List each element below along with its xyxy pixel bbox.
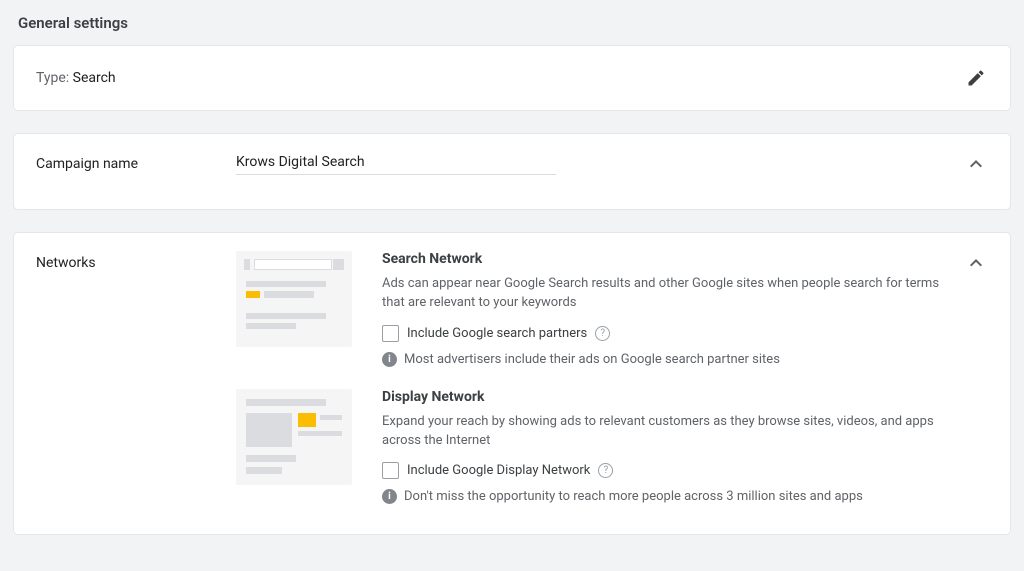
include-search-partners-label: Include Google search partners [407, 326, 587, 341]
help-icon[interactable]: ? [595, 326, 610, 341]
search-network-row: Search Network Ads can appear near Googl… [236, 251, 988, 367]
networks-card: Networks Search Network Ads can appear n… [14, 233, 1010, 534]
search-network-info-text: Most advertisers include their ads on Go… [404, 352, 780, 367]
edit-type-button[interactable] [964, 66, 988, 90]
display-network-row: Display Network Expand your reach by sho… [236, 389, 988, 505]
page-title: General settings [18, 14, 1006, 32]
networks-label: Networks [36, 251, 236, 504]
info-icon: i [382, 489, 397, 504]
pencil-icon [966, 68, 986, 88]
chevron-up-icon [964, 152, 988, 176]
info-icon: i [382, 352, 397, 367]
display-network-title: Display Network [382, 389, 942, 405]
chevron-up-icon [964, 251, 988, 275]
collapse-networks-button[interactable] [964, 251, 988, 275]
display-network-info-text: Don't miss the opportunity to reach more… [404, 489, 863, 504]
include-display-network-label: Include Google Display Network [407, 463, 590, 478]
display-network-info-row: i Don't miss the opportunity to reach mo… [382, 489, 942, 504]
type-card: Type: Search [14, 46, 1010, 110]
display-network-thumbnail [236, 389, 352, 485]
include-search-partners-checkbox[interactable] [382, 325, 399, 342]
type-text: Type: Search [36, 70, 116, 86]
campaign-name-input[interactable] [236, 152, 556, 175]
search-network-info-row: i Most advertisers include their ads on … [382, 352, 942, 367]
search-network-thumbnail [236, 251, 352, 347]
type-label: Type: [36, 70, 73, 86]
type-value: Search [73, 70, 116, 86]
search-network-desc: Ads can appear near Google Search result… [382, 275, 942, 313]
search-network-title: Search Network [382, 251, 942, 267]
campaign-name-label: Campaign name [36, 152, 236, 172]
help-icon[interactable]: ? [598, 463, 613, 478]
display-network-desc: Expand your reach by showing ads to rele… [382, 413, 942, 451]
include-display-network-checkbox[interactable] [382, 462, 399, 479]
collapse-campaign-button[interactable] [964, 152, 988, 176]
campaign-name-card: Campaign name [14, 134, 1010, 209]
